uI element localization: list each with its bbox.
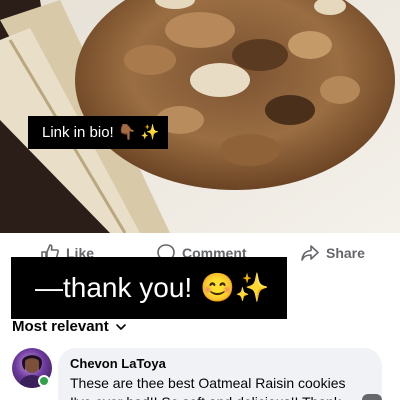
online-status-dot: [38, 375, 50, 387]
share-button[interactable]: Share: [300, 243, 365, 263]
chevron-down-icon: [115, 323, 126, 330]
comment-text: These are thee best Oatmeal Raisin cooki…: [70, 375, 346, 400]
share-label: Share: [326, 245, 365, 261]
reaction-badge: [362, 394, 382, 400]
thank-you-banner: —thank you! 😊✨: [11, 257, 287, 319]
sort-label: Most relevant: [12, 318, 109, 335]
comment-author[interactable]: Chevon LaToya: [70, 356, 370, 372]
comment-bubble[interactable]: Chevon LaToya These are thee best Oatmea…: [58, 348, 382, 400]
comments-sort-dropdown[interactable]: Most relevant: [12, 318, 127, 335]
image-caption-overlay: Link in bio! 👇🏾 ✨: [28, 116, 168, 149]
share-arrow-icon: [301, 245, 319, 261]
post-image[interactable]: Link in bio! 👇🏾 ✨: [0, 0, 400, 233]
